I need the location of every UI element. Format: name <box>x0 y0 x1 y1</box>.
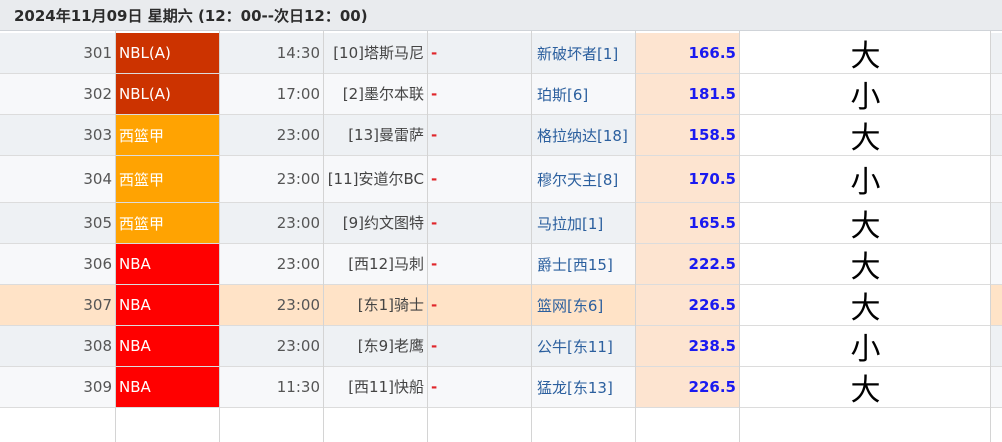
match-time: 14:30 <box>276 44 320 62</box>
match-id: 301 <box>83 44 112 62</box>
league-badge: 西篮甲 <box>116 203 220 243</box>
away-team[interactable]: 珀斯[6] <box>532 74 636 114</box>
away-team[interactable]: 马拉加[1] <box>532 203 636 243</box>
score-separator: - <box>431 378 438 396</box>
date-header: 2024年11月09日 星期六 (12：00--次日12：00) <box>0 0 1002 31</box>
match-time: 23:00 <box>276 337 320 355</box>
away-team[interactable]: 爵士[西15] <box>532 244 636 284</box>
table-row[interactable]: 301 NBL(A) 14:30 [10]塔斯马尼 - 新破坏者[1] 166.… <box>0 33 1002 74</box>
score-separator: - <box>431 44 438 62</box>
total-line: 226.5 <box>636 285 740 325</box>
league-badge: NBA <box>116 285 220 325</box>
match-id: 304 <box>83 170 112 188</box>
home-team[interactable]: [东9]老鹰 <box>324 326 428 366</box>
over-under-result: 小 <box>740 74 991 115</box>
home-team[interactable]: [2]墨尔本联 <box>324 74 428 114</box>
match-id: 307 <box>83 296 112 314</box>
away-team[interactable]: 篮网[东6] <box>532 285 636 325</box>
table-row[interactable]: 306 NBA 23:00 [西12]马刺 - 爵士[西15] 222.5 大 <box>0 244 1002 285</box>
match-id: 308 <box>83 337 112 355</box>
match-table: 301 NBL(A) 14:30 [10]塔斯马尼 - 新破坏者[1] 166.… <box>0 33 1002 408</box>
league-badge: NBA <box>116 367 220 407</box>
column-divider <box>323 31 324 442</box>
column-divider <box>427 31 428 442</box>
column-divider <box>739 31 740 442</box>
total-line: 158.5 <box>636 115 740 155</box>
away-team[interactable]: 新破坏者[1] <box>532 33 636 73</box>
away-team[interactable]: 猛龙[东13] <box>532 367 636 407</box>
score-separator: - <box>431 170 438 188</box>
column-divider <box>219 31 220 442</box>
match-id: 309 <box>83 378 112 396</box>
total-line: 166.5 <box>636 33 740 73</box>
over-under-result: 大 <box>740 115 991 156</box>
match-time: 23:00 <box>276 296 320 314</box>
table-row[interactable]: 304 西篮甲 23:00 [11]安道尔BC - 穆尔天主[8] 170.5 … <box>0 156 1002 203</box>
match-id: 302 <box>83 85 112 103</box>
league-badge: NBA <box>116 244 220 284</box>
over-under-result: 大 <box>740 244 991 285</box>
total-line: 181.5 <box>636 74 740 114</box>
match-id: 305 <box>83 214 112 232</box>
match-time: 11:30 <box>276 378 320 396</box>
league-badge: NBL(A) <box>116 74 220 114</box>
match-time: 23:00 <box>276 255 320 273</box>
away-team[interactable]: 公牛[东11] <box>532 326 636 366</box>
match-id: 303 <box>83 126 112 144</box>
home-team[interactable]: [13]曼雷萨 <box>324 115 428 155</box>
away-team[interactable]: 穆尔天主[8] <box>532 156 636 202</box>
table-row[interactable]: 308 NBA 23:00 [东9]老鹰 - 公牛[东11] 238.5 小 <box>0 326 1002 367</box>
total-line: 222.5 <box>636 244 740 284</box>
match-id: 306 <box>83 255 112 273</box>
over-under-result: 大 <box>740 33 991 74</box>
score-separator: - <box>431 126 438 144</box>
total-line: 170.5 <box>636 156 740 202</box>
match-time: 23:00 <box>276 214 320 232</box>
home-team[interactable]: [西12]马刺 <box>324 244 428 284</box>
table-row[interactable]: 305 西篮甲 23:00 [9]约文图特 - 马拉加[1] 165.5 大 <box>0 203 1002 244</box>
away-team[interactable]: 格拉纳达[18] <box>532 115 636 155</box>
home-team[interactable]: [11]安道尔BC <box>324 156 428 202</box>
home-team[interactable]: [西11]快船 <box>324 367 428 407</box>
over-under-result: 大 <box>740 285 991 326</box>
total-line: 238.5 <box>636 326 740 366</box>
over-under-result: 小 <box>740 156 991 202</box>
league-badge: NBA <box>116 326 220 366</box>
total-line: 226.5 <box>636 367 740 407</box>
over-under-result: 大 <box>740 203 991 244</box>
match-time: 23:00 <box>276 170 320 188</box>
league-badge: 西篮甲 <box>116 156 220 202</box>
home-team[interactable]: [10]塔斯马尼 <box>324 33 428 73</box>
over-under-result: 小 <box>740 326 991 367</box>
table-row[interactable]: 309 NBA 11:30 [西11]快船 - 猛龙[东13] 226.5 大 <box>0 367 1002 408</box>
table-row[interactable]: 303 西篮甲 23:00 [13]曼雷萨 - 格拉纳达[18] 158.5 大 <box>0 115 1002 156</box>
match-time: 23:00 <box>276 126 320 144</box>
column-divider <box>531 31 532 442</box>
total-line: 165.5 <box>636 203 740 243</box>
score-separator: - <box>431 214 438 232</box>
table-row[interactable]: 302 NBL(A) 17:00 [2]墨尔本联 - 珀斯[6] 181.5 小 <box>0 74 1002 115</box>
league-badge: NBL(A) <box>116 33 220 73</box>
score-separator: - <box>431 255 438 273</box>
home-team[interactable]: [9]约文图特 <box>324 203 428 243</box>
score-separator: - <box>431 296 438 314</box>
table-row[interactable]: 307 NBA 23:00 [东1]骑士 - 篮网[东6] 226.5 大 <box>0 285 1002 326</box>
column-divider <box>115 31 116 442</box>
score-separator: - <box>431 337 438 355</box>
score-separator: - <box>431 85 438 103</box>
column-divider <box>990 31 991 442</box>
league-badge: 西篮甲 <box>116 115 220 155</box>
home-team[interactable]: [东1]骑士 <box>324 285 428 325</box>
column-divider <box>635 31 636 442</box>
over-under-result: 大 <box>740 367 991 408</box>
match-time: 17:00 <box>276 85 320 103</box>
